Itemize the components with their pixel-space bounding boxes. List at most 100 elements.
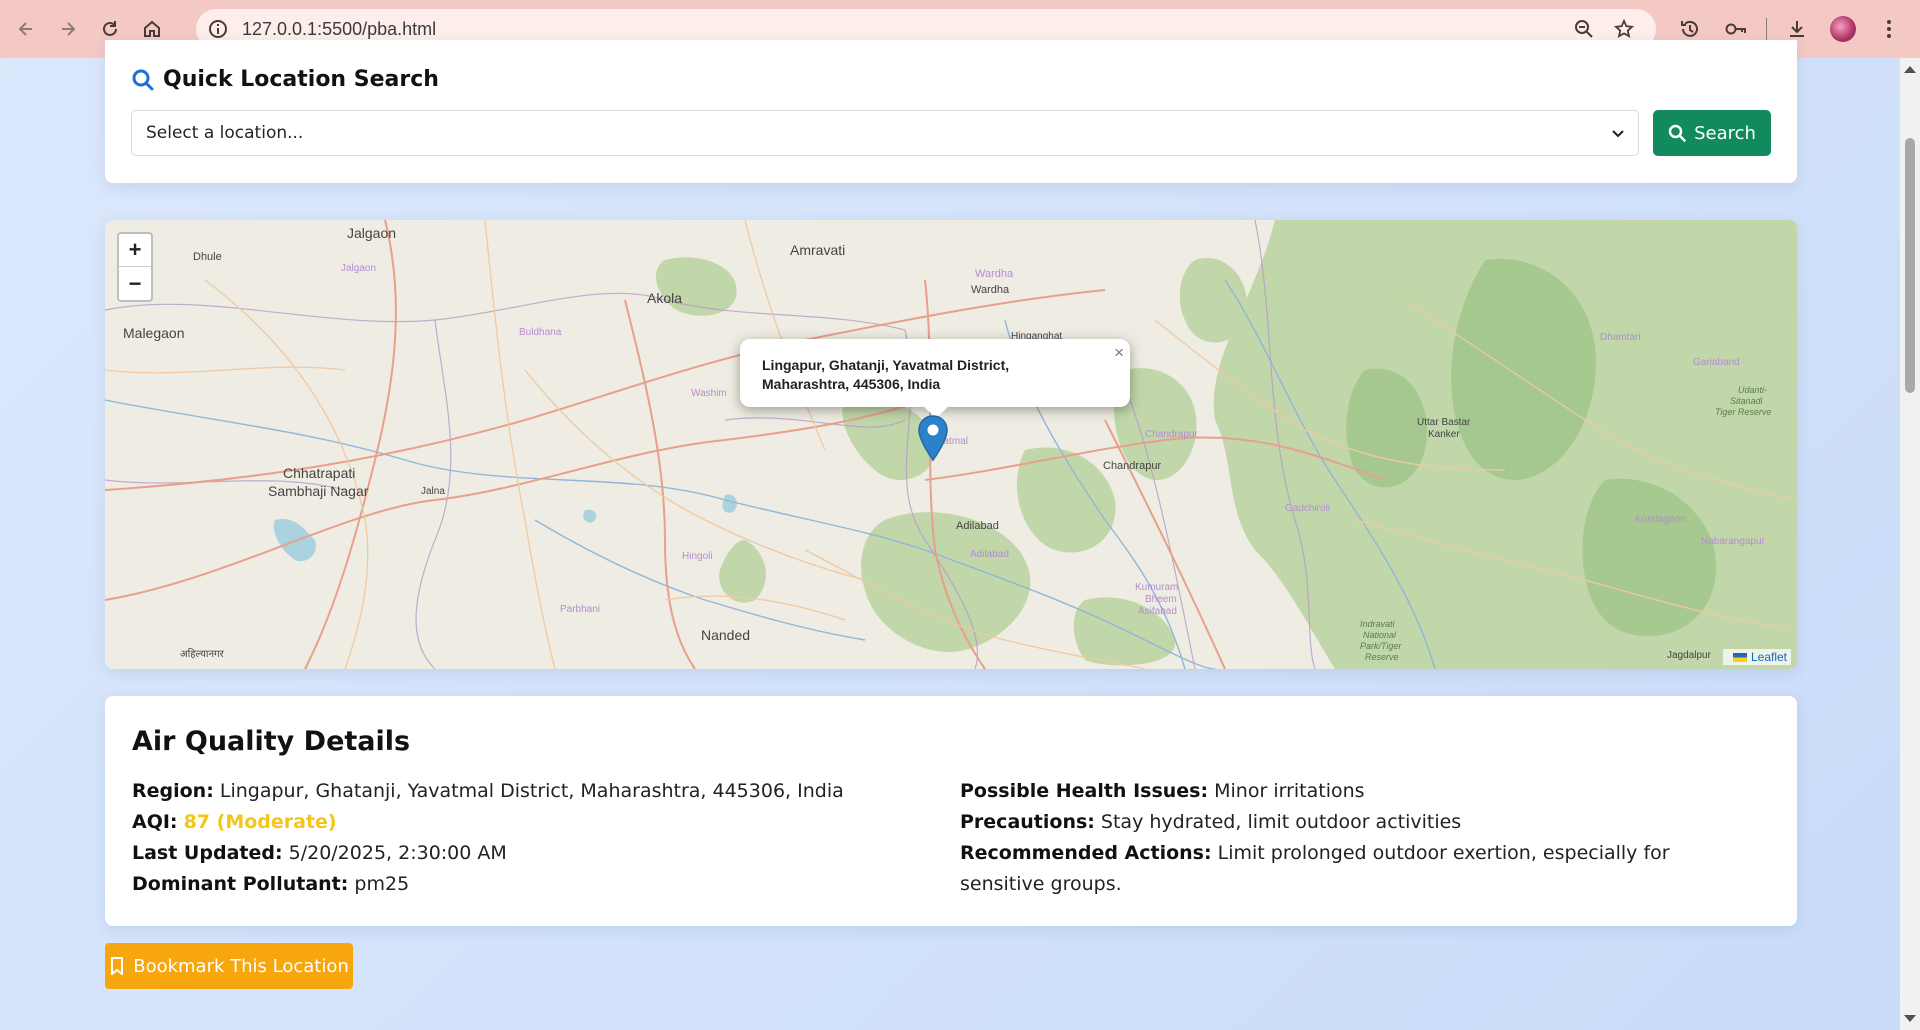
map-label-chandrapur-small: Chandrapur [1145, 429, 1198, 440]
map-label-washim: Washim [691, 388, 727, 399]
bookmark-location-button[interactable]: Bookmark This Location [105, 943, 353, 989]
map-label-national: National [1363, 630, 1397, 640]
leaflet-link[interactable]: Leaflet [1751, 650, 1787, 664]
map-label-buldhana: Buldhana [519, 327, 562, 338]
map-label-wardha: Wardha [971, 284, 1010, 296]
map-container[interactable]: Jalgaon Jalgaon Dhule Amravati Wardha Wa… [105, 220, 1797, 669]
map-label-nanded: Nanded [701, 627, 750, 643]
bookmark-icon [111, 957, 124, 975]
map-label-udanti: Udanti- [1738, 385, 1767, 395]
map-label-bheem: Bheem [1145, 594, 1177, 605]
region-row: Region: Lingapur, Ghatanji, Yavatmal Dis… [132, 776, 922, 807]
air-quality-right-column: Possible Health Issues: Minor irritation… [960, 776, 1760, 900]
aqi-label: AQI: [132, 811, 178, 833]
map-label-kumuram: Kumuram [1135, 582, 1178, 593]
region-label: Region: [132, 780, 214, 802]
page-scrollbar[interactable] [1900, 58, 1920, 1030]
avatar [1830, 16, 1856, 42]
precautions-row: Precautions: Stay hydrated, limit outdoo… [960, 807, 1760, 838]
map-label-ahmednagar: अहिल्यानगर [180, 648, 225, 660]
map-label-jalna: Jalna [421, 486, 445, 497]
map-label-asifabad: Asifabad [1138, 606, 1177, 617]
bookmark-star-icon[interactable] [1614, 19, 1634, 39]
arrow-right-icon [62, 22, 76, 36]
arrow-left-icon [18, 22, 32, 36]
map-label-kondagaon: Kondagaon [1635, 514, 1686, 525]
map-label-park-tiger: Park/Tiger [1360, 641, 1402, 651]
map-label-jagdalpur: Jagdalpur [1667, 650, 1712, 661]
last-updated-value: 5/20/2025, 2:30:00 AM [288, 842, 507, 864]
zoom-out-button[interactable]: − [119, 267, 151, 300]
precautions-label: Precautions: [960, 811, 1095, 833]
region-value: Lingapur, Ghatanji, Yavatmal District, M… [219, 780, 844, 802]
scroll-up-arrow-icon[interactable] [1904, 66, 1916, 73]
menu-button[interactable] [1869, 9, 1909, 49]
search-title-text: Quick Location Search [163, 67, 439, 92]
site-info-icon[interactable] [208, 19, 228, 39]
ukraine-flag-icon [1732, 652, 1747, 662]
map-popup: Lingapur, Ghatanji, Yavatmal District, M… [740, 339, 1130, 407]
map-label-sambhaji-nagar: Sambhaji Nagar [268, 483, 369, 499]
map-label-jalgaon-small: Jalgaon [341, 263, 376, 274]
health-issues-label: Possible Health Issues: [960, 780, 1209, 802]
bookmark-button-label: Bookmark This Location [133, 955, 349, 977]
aqi-value: 87 (Moderate) [183, 811, 337, 833]
air-quality-left-column: Region: Lingapur, Ghatanji, Yavatmal Dis… [132, 776, 922, 900]
map-popup-text: Lingapur, Ghatanji, Yavatmal District, M… [762, 357, 1010, 392]
map-label-indravati: Indravati [1360, 619, 1396, 629]
more-vert-icon [1887, 20, 1891, 38]
profile-button[interactable] [1823, 9, 1863, 49]
precautions-value: Stay hydrated, limit outdoor activities [1100, 811, 1462, 833]
air-quality-title: Air Quality Details [132, 726, 411, 757]
map-label-jalgaon: Jalgaon [347, 225, 396, 241]
last-updated-row: Last Updated: 5/20/2025, 2:30:00 AM [132, 838, 922, 869]
search-button[interactable]: Search [1653, 110, 1771, 156]
map-label-hingoli: Hingoli [682, 551, 713, 562]
map-label-malegaon: Malegaon [123, 325, 185, 341]
map-label-tiger-reserve: Tiger Reserve [1715, 407, 1771, 417]
map-label-dhamtari: Dhamtari [1600, 332, 1641, 343]
health-issues-row: Possible Health Issues: Minor irritation… [960, 776, 1760, 807]
map-tiles[interactable]: Jalgaon Jalgaon Dhule Amravati Wardha Wa… [105, 220, 1797, 669]
scroll-thumb[interactable] [1905, 138, 1915, 393]
map-label-reserve: Reserve [1365, 652, 1399, 662]
map-label-dhule: Dhule [193, 251, 222, 263]
map-label-chhatrapati: Chhatrapati [283, 465, 355, 481]
zoom-in-button[interactable]: + [119, 234, 151, 267]
map-label-nabarangapur: Nabarangapur [1701, 536, 1766, 547]
air-quality-card: Air Quality Details Region: Lingapur, Gh… [105, 696, 1797, 926]
search-icon [1668, 124, 1686, 142]
map-label-adilabad-small: Adilabad [970, 549, 1009, 560]
dominant-pollutant-value: pm25 [354, 873, 410, 895]
map-label-amravati: Amravati [790, 242, 845, 258]
map-marker-icon[interactable] [918, 415, 948, 461]
reload-icon [103, 21, 117, 36]
map-label-chandrapur: Chandrapur [1103, 460, 1161, 472]
map-label-sitanadi: Sitanadi [1730, 396, 1764, 406]
history-icon [1681, 20, 1698, 37]
home-icon [144, 20, 160, 37]
key-icon [1725, 23, 1746, 35]
map-label-gariaband: Gariaband [1693, 357, 1740, 368]
search-section-title: Quick Location Search [131, 67, 439, 92]
map-label-uttar-bastar: Uttar Bastar [1417, 417, 1471, 428]
aqi-row: AQI: 87 (Moderate) [132, 807, 922, 838]
address-url[interactable]: 127.0.0.1:5500/pba.html [242, 19, 436, 40]
location-select-value: Select a location... [146, 123, 304, 143]
location-select[interactable]: Select a location... [131, 110, 1639, 156]
back-button[interactable] [6, 9, 46, 49]
zoom-icon[interactable] [1574, 19, 1594, 39]
search-icon [132, 69, 154, 90]
map-label-kanker: Kanker [1428, 429, 1460, 440]
chevron-down-icon [1612, 130, 1624, 138]
zoom-control: + − [117, 232, 153, 302]
scroll-down-arrow-icon[interactable] [1904, 1015, 1916, 1022]
forward-button[interactable] [48, 9, 88, 49]
search-button-label: Search [1694, 122, 1756, 144]
health-issues-value: Minor irritations [1214, 780, 1365, 802]
download-icon [1790, 21, 1804, 37]
recommended-actions-label: Recommended Actions: [960, 842, 1212, 864]
dominant-pollutant-row: Dominant Pollutant: pm25 [132, 869, 922, 900]
map-label-parbhani: Parbhani [560, 604, 600, 615]
popup-close-button[interactable]: × [1114, 343, 1124, 362]
